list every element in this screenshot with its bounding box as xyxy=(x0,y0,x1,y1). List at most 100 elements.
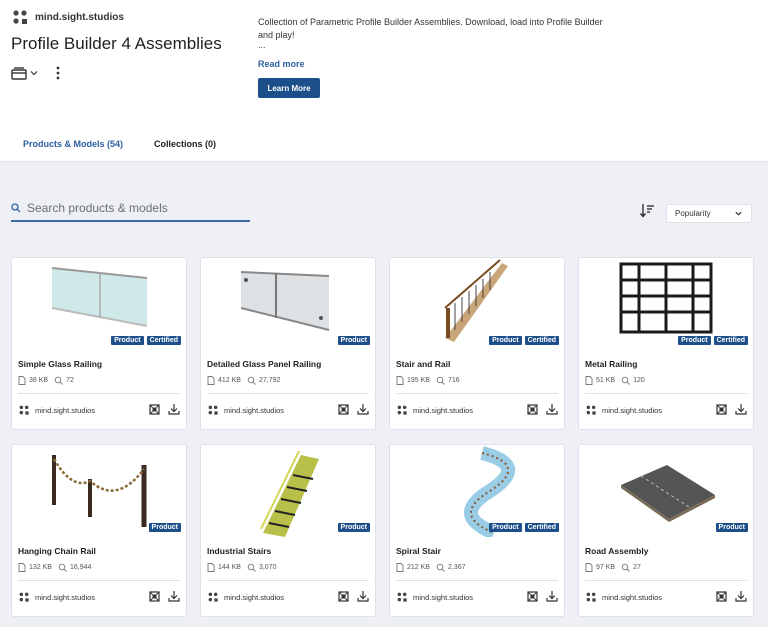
views-icon xyxy=(621,376,630,385)
download-button[interactable] xyxy=(546,590,558,602)
product-badge: Product xyxy=(148,523,181,532)
download-button[interactable] xyxy=(168,403,180,415)
author-logo-icon xyxy=(586,405,596,415)
brand[interactable]: mind.sight.studios xyxy=(11,8,124,26)
view-count-value: 3,070 xyxy=(258,564,277,571)
download-button[interactable] xyxy=(357,590,369,602)
sort-select[interactable]: Popularity xyxy=(666,204,752,223)
product-name[interactable]: Industrial Stairs xyxy=(207,546,271,556)
file-size: 51 KB xyxy=(585,376,615,385)
chevron-down-icon xyxy=(30,71,38,76)
learn-more-button[interactable]: Learn More xyxy=(258,78,320,98)
product-name[interactable]: Stair and Rail xyxy=(396,359,450,369)
certified-badge: Certified xyxy=(524,336,559,345)
chevron-down-icon xyxy=(735,211,742,216)
toolbar xyxy=(11,66,61,80)
view-in-3d-button[interactable] xyxy=(149,403,160,415)
author-link[interactable]: mind.sight.studios xyxy=(396,591,473,603)
badge-group: Product xyxy=(715,523,748,532)
divider xyxy=(585,580,747,581)
search-icon xyxy=(11,203,21,213)
download-icon xyxy=(546,591,558,602)
author-link[interactable]: mind.sight.studios xyxy=(207,404,284,416)
product-name[interactable]: Road Assembly xyxy=(585,546,648,556)
product-name[interactable]: Simple Glass Railing xyxy=(18,359,102,369)
download-button[interactable] xyxy=(546,403,558,415)
product-stats: 144 KB 3,070 xyxy=(207,563,277,572)
view-in-3d-button[interactable] xyxy=(149,590,160,602)
download-button[interactable] xyxy=(357,403,369,415)
download-button[interactable] xyxy=(735,403,747,415)
view-in-3d-button[interactable] xyxy=(338,590,349,602)
file-size-value: 144 KB xyxy=(218,564,241,571)
more-options-button[interactable] xyxy=(55,66,61,80)
author-link[interactable]: mind.sight.studios xyxy=(18,591,95,603)
file-size: 195 KB xyxy=(396,376,430,385)
file-size: 97 KB xyxy=(585,563,615,572)
sort-order-button[interactable] xyxy=(639,203,655,224)
product-badge: Product xyxy=(678,336,711,345)
view-in-3d-button[interactable] xyxy=(527,590,538,602)
author-name: mind.sight.studios xyxy=(35,592,96,602)
read-more-link[interactable]: Read more xyxy=(258,59,305,69)
view-in-3d-button[interactable] xyxy=(338,403,349,415)
author-link[interactable]: mind.sight.studios xyxy=(18,404,95,416)
download-icon xyxy=(735,404,747,415)
download-button[interactable] xyxy=(168,590,180,602)
product-card[interactable]: Product Road Assembly 97 KB 27 mind.sigh… xyxy=(578,444,754,617)
author-logo-icon xyxy=(208,592,218,602)
card-actions xyxy=(716,403,747,415)
author-logo-icon xyxy=(19,592,29,602)
add-to-collection-button[interactable] xyxy=(11,66,39,80)
cube-view-icon xyxy=(149,590,160,602)
view-count-value: 72 xyxy=(66,377,74,384)
author-link[interactable]: mind.sight.studios xyxy=(396,404,473,416)
product-name[interactable]: Metal Railing xyxy=(585,359,637,369)
author-link[interactable]: mind.sight.studios xyxy=(585,591,662,603)
views-icon xyxy=(54,376,63,385)
tab-products-models[interactable]: Products & Models (54) xyxy=(23,139,123,149)
file-icon xyxy=(207,563,215,572)
product-stats: 195 KB 716 xyxy=(396,376,460,385)
author-name: mind.sight.studios xyxy=(413,592,474,602)
product-badge: Product xyxy=(337,336,370,345)
product-card[interactable]: Product Industrial Stairs 144 KB 3,070 m… xyxy=(200,444,376,617)
cube-view-icon xyxy=(527,403,538,415)
product-name[interactable]: Spiral Stair xyxy=(396,546,441,556)
views-icon xyxy=(247,563,256,572)
author-link[interactable]: mind.sight.studios xyxy=(585,404,662,416)
search-input[interactable] xyxy=(27,201,237,215)
views-icon xyxy=(58,563,67,572)
certified-badge: Certified xyxy=(146,336,181,345)
author-logo-icon xyxy=(19,405,29,415)
file-size-value: 51 KB xyxy=(596,377,616,384)
card-actions xyxy=(338,403,369,415)
view-in-3d-button[interactable] xyxy=(716,403,727,415)
view-count-value: 27 xyxy=(633,564,641,571)
download-icon xyxy=(168,591,180,602)
cube-view-icon xyxy=(527,590,538,602)
certified-badge: Certified xyxy=(713,336,748,345)
product-card[interactable]: Product Certified Spiral Stair 212 KB 2,3… xyxy=(389,444,565,617)
view-count: 2,367 xyxy=(436,563,466,572)
product-badge: Product xyxy=(715,523,748,532)
download-button[interactable] xyxy=(735,590,747,602)
product-card[interactable]: Product Certified Metal Railing 51 KB 120 xyxy=(578,257,754,430)
product-card[interactable]: Product Certified Simple Glass Railing 38… xyxy=(11,257,187,430)
tab-collections[interactable]: Collections (0) xyxy=(154,139,216,149)
badge-group: Product Certified xyxy=(111,336,181,345)
product-badge: Product xyxy=(489,336,522,345)
product-name[interactable]: Hanging Chain Rail xyxy=(18,546,96,556)
author-link[interactable]: mind.sight.studios xyxy=(207,591,284,603)
view-in-3d-button[interactable] xyxy=(527,403,538,415)
file-size-value: 132 KB xyxy=(29,564,52,571)
product-card[interactable]: Product Hanging Chain Rail 132 KB 16,944 xyxy=(11,444,187,617)
product-card[interactable]: Product Detailed Glass Panel Railing 412… xyxy=(200,257,376,430)
product-card[interactable]: Product Certified Stair and Rail 195 KB 7… xyxy=(389,257,565,430)
download-icon xyxy=(357,404,369,415)
view-in-3d-button[interactable] xyxy=(716,590,727,602)
product-stats: 38 KB 72 xyxy=(18,376,74,385)
product-name[interactable]: Detailed Glass Panel Railing xyxy=(207,359,321,369)
badge-group: Product xyxy=(148,523,181,532)
search-bar xyxy=(11,196,250,222)
